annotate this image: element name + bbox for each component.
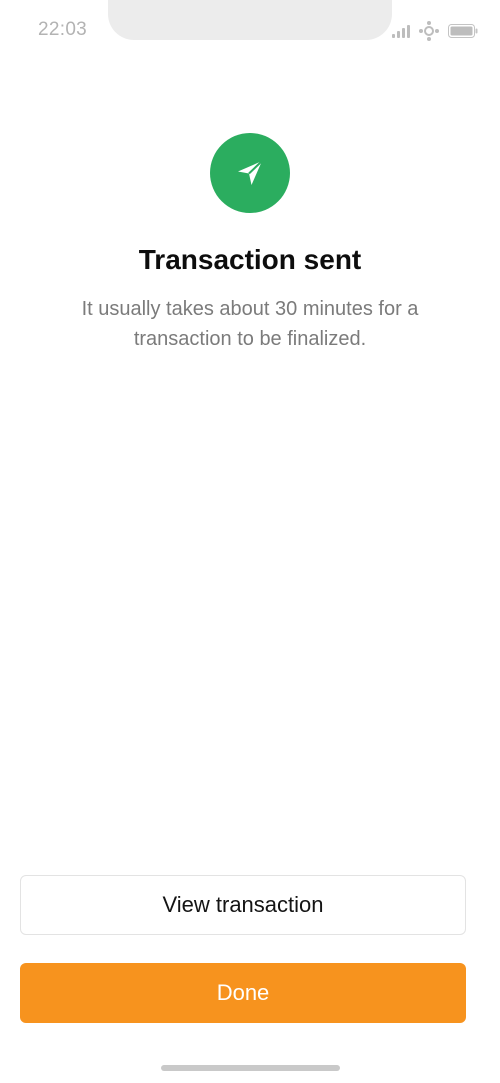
send-arrow-icon [238,160,263,185]
sent-badge [210,133,290,213]
done-button[interactable]: Done [20,963,466,1023]
device-notch [108,0,392,40]
view-transaction-button[interactable]: View transaction [20,875,466,935]
status-time: 22:03 [38,19,88,40]
home-indicator[interactable] [161,1065,340,1071]
signal-icon [392,24,410,38]
status-icons [392,21,478,41]
wifi-icon [419,21,439,41]
status-bar: 22:03 [0,0,500,60]
page-subtitle: It usually takes about 30 minutes for a … [81,298,419,350]
page-title: Transaction sent [138,244,362,275]
battery-icon [448,24,478,38]
